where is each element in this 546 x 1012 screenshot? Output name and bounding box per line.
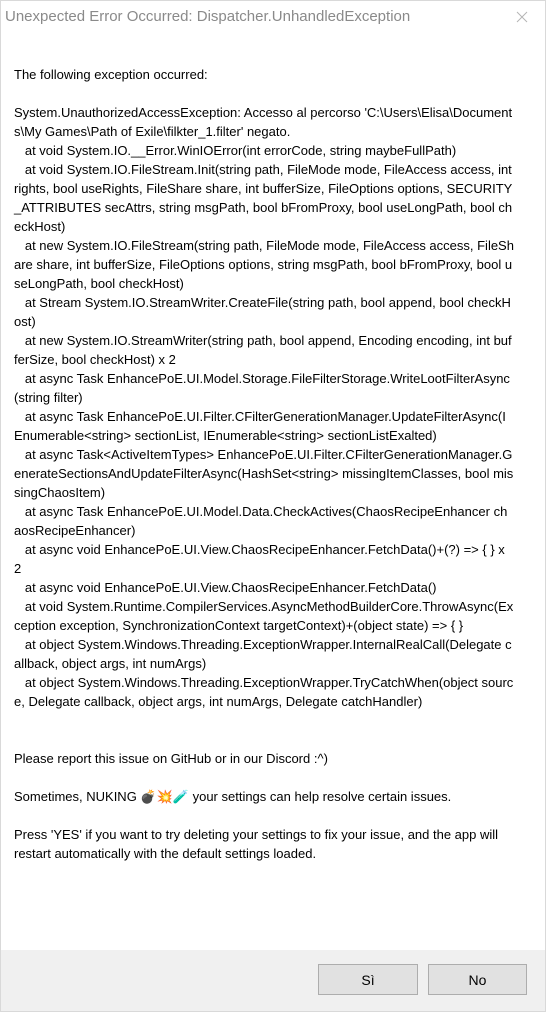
stack-trace-line: at void System.IO.FileStream.Init(string… [14, 162, 516, 234]
close-button[interactable] [499, 1, 545, 33]
yes-button[interactable]: Sì [318, 964, 418, 995]
stack-trace-line: at async Task<ActiveItemTypes> EnhancePo… [14, 447, 514, 500]
button-bar: Sì No [1, 950, 545, 1011]
instructions-text: Press 'YES' if you want to try deleting … [14, 827, 502, 861]
no-button[interactable]: No [428, 964, 527, 995]
message-area: The following exception occurred: System… [14, 65, 514, 863]
stack-trace-line: at async Task EnhancePoE.UI.Model.Data.C… [14, 504, 508, 538]
stack-trace-line: at async void EnhancePoE.UI.View.ChaosRe… [14, 542, 509, 576]
stack-trace-line: at void System.Runtime.CompilerServices.… [14, 599, 514, 633]
stack-trace-line: at new System.IO.StreamWriter(string pat… [14, 333, 512, 367]
stack-trace-line: at void System.IO.__Error.WinIOError(int… [14, 143, 457, 158]
stack-trace-line: at new System.IO.FileStream(string path,… [14, 238, 514, 291]
intro-text: The following exception occurred: [14, 67, 208, 82]
title-bar: Unexpected Error Occurred: Dispatcher.Un… [1, 1, 545, 34]
stack-trace-line: at Stream System.IO.StreamWriter.CreateF… [14, 295, 511, 329]
stack-trace-line: at async Task EnhancePoE.UI.Model.Storag… [14, 371, 510, 405]
stack-trace: System.UnauthorizedAccessException: Acce… [14, 103, 514, 711]
close-icon [516, 11, 528, 23]
stack-trace-line: at async Task EnhancePoE.UI.Filter.CFilt… [14, 409, 506, 443]
window-title: Unexpected Error Occurred: Dispatcher.Un… [5, 8, 411, 25]
error-dialog: Unexpected Error Occurred: Dispatcher.Un… [0, 0, 546, 1012]
stack-trace-line: at object System.Windows.Threading.Excep… [14, 637, 512, 671]
nuke-text: Sometimes, NUKING 💣💥🧪 your settings can … [14, 789, 452, 804]
stack-trace-line: System.UnauthorizedAccessException: Acce… [14, 105, 513, 139]
stack-trace-line: at async void EnhancePoE.UI.View.ChaosRe… [14, 580, 437, 595]
report-text: Please report this issue on GitHub or in… [14, 751, 328, 766]
stack-trace-line: at object System.Windows.Threading.Excep… [14, 675, 514, 709]
